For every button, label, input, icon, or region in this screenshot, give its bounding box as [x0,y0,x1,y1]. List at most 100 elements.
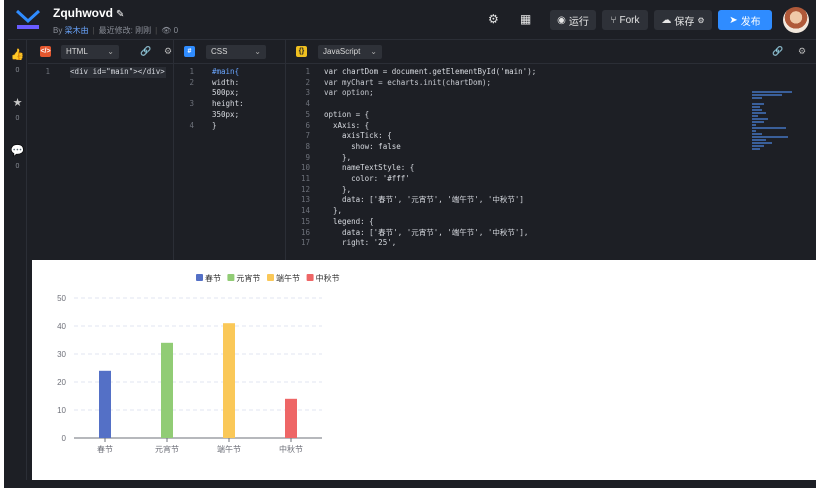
y-tick-label: 10 [57,406,66,415]
js-code-line: option = { [324,109,370,119]
preview-panel[interactable]: 0 10 20 30 40 50 春节 元宵节 端午节 中秋节 春节 元宵节 端午节 中秋节 [32,260,812,480]
app-window: Zquhwovd ✎ By 梁木由 | 最近修改: 刚刚 | 👁 0 ⚙ ▦ ◉ 运行 ⑂ F… [0,0,816,488]
css-code: #main{ width: 500px; height: 350px; } [212,67,282,131]
edit-pencil-icon[interactable]: ✎ [116,9,124,20]
html-lang-label: HTML [66,47,88,56]
js-badge-icon: {} [296,46,307,57]
js-code-line: var chartDom = document.getElementById('… [324,67,537,76]
js-code-line: data: ['春节', '元宵节', '端午节', '中秋节'] [324,195,524,205]
css-code-line: height: 350px; [212,99,244,119]
fork-icon: ⑂ [610,14,617,26]
bar [99,370,111,438]
js-code-line: legend: { [324,216,374,226]
publish-button[interactable]: ➤ 发布 [718,10,772,30]
line-number: 12 [300,184,310,194]
html-lang-select[interactable]: HTML ⌄ [61,45,119,59]
fork-button[interactable]: ⑂ Fork [602,10,648,30]
layout-icon[interactable]: ▦ [520,12,531,26]
css-lang-select[interactable]: CSS ⌄ [206,45,266,59]
line-number: 4 [305,99,310,109]
x-tick-label: 元宵节 [155,444,179,454]
js-settings-icon[interactable]: ⚙ [798,46,806,57]
js-pane-header: {} JavaScript ⌄ 🔗 ⚙ [286,40,816,64]
css-code-line: #main{ [212,67,240,76]
js-link-icon[interactable]: 🔗 [772,46,783,57]
line-number: 2 [305,77,310,87]
x-tick-label: 端午节 [217,444,241,454]
legend-label: 春节 [205,273,221,283]
line-number: 13 [300,195,310,205]
run-label: 运行 [568,16,589,28]
x-tick-label: 春节 [97,444,113,454]
line-number: 1 [45,67,50,76]
js-lang-label: JavaScript [323,47,361,56]
comment-icon[interactable]: 💬 [8,144,27,157]
logo-icon[interactable] [15,8,41,32]
legend-swatch [196,274,203,281]
user-avatar[interactable] [783,7,809,33]
send-icon: ➤ [729,14,738,26]
js-code-line: nameTextStyle: { [324,163,415,173]
js-code-line: var option; [324,88,374,98]
like-icon[interactable]: 👍 [8,48,27,61]
project-meta: By 梁木由 | 最近修改: 刚刚 | 👁 0 [53,25,178,36]
chevron-down-icon: ⌄ [370,47,377,56]
css-gutter: 12 3 4 [189,67,194,130]
project-title[interactable]: Zquhwovd ✎ [53,6,124,20]
bar [223,323,235,438]
css-code-line: width: 500px; [212,77,240,98]
y-tick-label: 20 [57,378,66,387]
js-lang-select[interactable]: JavaScript ⌄ [318,45,382,59]
line-number: 7 [305,131,310,141]
line-number: 10 [300,163,310,173]
js-code-line: axisTick: { [324,131,392,141]
star-icon[interactable]: ★ [8,96,27,109]
modified-time: 最近修改: 刚刚 [98,26,152,35]
meta-divider: | [92,26,95,35]
line-number: 6 [305,120,310,130]
run-button[interactable]: ◉ 运行 [550,10,596,30]
star-count: 0 [15,115,20,122]
js-code-line [324,99,536,110]
like-count: 0 [15,67,20,74]
line-number: 9 [305,152,310,162]
header-bar: Zquhwovd ✎ By 梁木由 | 最近修改: 刚刚 | 👁 0 ⚙ ▦ ◉ 运行 ⑂ F… [8,0,816,40]
publish-label: 发布 [740,16,761,28]
eye-icon: 👁 [161,26,172,35]
save-button[interactable]: ☁ 保存 ⚙ [654,10,712,30]
comment-count: 0 [15,163,20,170]
x-tick-label: 中秋节 [279,444,303,454]
js-pane: {} JavaScript ⌄ 🔗 ⚙ 1 2 3 4 5 6 7 8 9 10 11 12 13 14 15… [286,40,816,260]
js-code-line: }, [324,184,352,194]
css-lang-label: CSS [211,47,228,56]
chevron-down-icon: ⌄ [254,47,261,56]
title-text[interactable]: Zquhwovd [53,6,113,20]
js-code: var chartDom = document.getElementById('… [324,67,536,249]
bar-chart: 01020304050春节 元宵节 端午节 中秋节春节 元宵节 端午节 中秋节 [57,273,340,454]
js-editor[interactable]: 1 2 3 4 5 6 7 8 9 10 11 12 13 14 15 16 17 var chartDom =… [286,64,816,260]
html-pane: </> HTML ⌄ 🔗 ⚙ 1 <div id="main"></div> [28,40,174,260]
action-rail: 👍 0 ★ 0 💬 0 [8,40,27,488]
settings-gear-icon[interactable]: ⚙ [488,12,499,26]
save-settings-icon[interactable]: ⚙ [697,16,704,25]
author-prefix: By [53,26,63,35]
code-minimap[interactable] [752,90,812,210]
y-tick-label: 50 [57,294,66,303]
css-editor[interactable]: 12 3 4 #main{ width: 500px; height: 350p… [174,64,285,260]
bar [285,398,297,438]
html-settings-icon[interactable]: ⚙ [164,46,172,57]
meta-divider: | [155,26,158,35]
cloud-icon: ☁ [661,14,672,26]
css-badge-icon: # [184,46,195,57]
legend-label: 中秋节 [316,273,340,283]
line-number: 8 [305,141,310,151]
html-link-icon[interactable]: 🔗 [140,46,151,57]
y-tick-label: 0 [62,434,67,443]
js-code-line: data: ['春节', '元宵节', '端午节', '中秋节'], [324,227,529,237]
js-code-line: }, [324,152,352,162]
html-code-line: <div id="main"></div> [70,67,166,78]
html-editor[interactable]: 1 <div id="main"></div> [28,64,173,260]
author-link[interactable]: 梁木由 [65,26,89,35]
line-number: 15 [300,216,310,226]
line-number: 14 [300,206,310,216]
